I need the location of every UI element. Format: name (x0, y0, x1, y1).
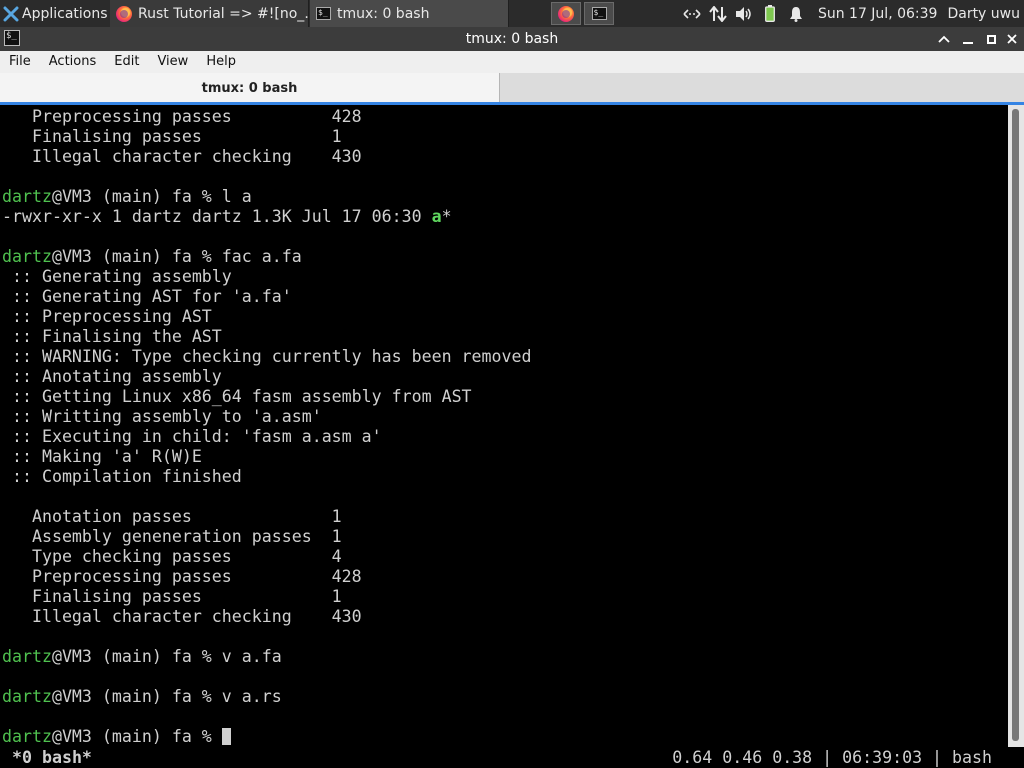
maximize-icon (986, 34, 996, 44)
command-text: v a.fa (221, 647, 282, 666)
launcher-firefox[interactable] (551, 2, 581, 25)
output-line: Preprocessing passes 428 (2, 567, 362, 586)
terminal-icon: $_ (591, 7, 607, 20)
output-line: :: WARNING: Type checking currently has … (2, 347, 532, 366)
shade-button[interactable] (934, 29, 954, 49)
applications-label: Applications (22, 5, 108, 22)
prompt-host-path: @VM3 (main) fa % (51, 687, 222, 706)
prompt-host-path: @VM3 (main) fa % (51, 187, 222, 206)
taskbar-item-firefox[interactable]: Rust Tutorial => #![no_… (110, 0, 309, 27)
prompt-line: dartz@VM3 (main) fa % v a.rs (2, 687, 282, 707)
output-line: :: Preprocessing AST (2, 307, 212, 326)
output-line: Illegal character checking 430 (2, 607, 362, 626)
menu-actions[interactable]: Actions (40, 51, 106, 73)
text-cursor[interactable] (221, 728, 231, 745)
transfer-arrows-icon[interactable] (708, 0, 728, 27)
prompt-user: dartz (2, 187, 52, 206)
firefox-icon (558, 5, 574, 22)
command-text: v a.rs (221, 687, 282, 706)
command-text: l a (221, 187, 252, 206)
close-button[interactable] (1002, 29, 1022, 49)
tab-bar: tmux: 0 bash (0, 73, 1024, 104)
tab-label: tmux: 0 bash (201, 81, 298, 96)
executable-marker: * (441, 207, 452, 226)
output-line: Finalising passes 1 (2, 127, 342, 146)
panel-clock[interactable]: Sun 17 Jul, 06:39 (818, 6, 938, 22)
tmux-window-list: *0 bash* (12, 748, 92, 767)
tmux-status-bar: *0 bash* 0.64 0.46 0.38 | 06:39:03 | bas… (0, 747, 1024, 768)
prompt-line: dartz@VM3 (main) fa % fac a.fa (2, 247, 302, 267)
window-titlebar[interactable]: $_ tmux: 0 bash (0, 27, 1024, 51)
taskbar-item-terminal[interactable]: $_ tmux: 0 bash (310, 0, 509, 27)
tmux-status-right: 0.64 0.46 0.38 | 06:39:03 | bash (672, 748, 992, 767)
output-line: Illegal character checking 430 (2, 147, 362, 166)
output-line: Preprocessing passes 428 (2, 107, 362, 126)
output-line: :: Making 'a' R(W)E (2, 447, 202, 466)
terminal-icon: $_ (316, 7, 331, 20)
output-line: :: Anotating assembly (2, 367, 222, 386)
tab-tmux-bash[interactable]: tmux: 0 bash (0, 73, 500, 104)
launcher-terminal[interactable]: $_ (584, 2, 614, 25)
menu-view[interactable]: View (148, 51, 197, 73)
file-metadata: -rwxr-xr-x 1 dartz dartz 1.3K Jul 17 06:… (2, 207, 432, 226)
output-line: Anotation passes 1 (2, 507, 342, 526)
menu-edit[interactable]: Edit (105, 51, 148, 73)
prompt-user: dartz (2, 727, 52, 746)
output-line: :: Generating AST for 'a.fa' (2, 287, 292, 306)
window-title: tmux: 0 bash (465, 31, 559, 47)
menu-file[interactable]: File (0, 51, 40, 73)
taskbar-item-label: Rust Tutorial => #![no_… (138, 5, 309, 22)
prompt-host-path: @VM3 (main) fa % (51, 247, 222, 266)
command-text: fac a.fa (221, 247, 302, 266)
chevron-up-icon (938, 35, 950, 43)
maximize-button[interactable] (981, 29, 1001, 49)
output-line: :: Getting Linux x86_64 fasm assembly fr… (2, 387, 472, 406)
notification-bell-icon[interactable] (786, 0, 806, 27)
output-line: :: Executing in child: 'fasm a.asm a' (2, 427, 382, 446)
menubar: File Actions Edit View Help (0, 51, 1024, 73)
user-name[interactable]: Darty uwu (947, 6, 1020, 22)
terminal-output[interactable]: Preprocessing passes 428 Finalising pass… (0, 105, 1008, 747)
prompt-line: dartz@VM3 (main) fa % v a.fa (2, 647, 282, 667)
volume-icon[interactable] (734, 0, 754, 27)
minimize-icon (963, 42, 973, 44)
prompt-line: dartz@VM3 (main) fa % l a (2, 187, 252, 207)
scrollbar-thumb[interactable] (1012, 109, 1019, 741)
prompt-line: dartz@VM3 (main) fa % (2, 727, 231, 747)
prompt-host-path: @VM3 (main) fa % (51, 647, 222, 666)
ls-output-line: -rwxr-xr-x 1 dartz dartz 1.3K Jul 17 06:… (2, 207, 452, 227)
xfce-logo-icon (3, 6, 19, 21)
terminal-scrollbar[interactable] (1008, 105, 1024, 747)
output-line: :: Generating assembly (2, 267, 232, 286)
firefox-icon (116, 5, 132, 22)
taskbar-item-label: tmux: 0 bash (337, 5, 430, 22)
close-icon (1007, 34, 1017, 44)
output-line: :: Finalising the AST (2, 327, 222, 346)
prompt-user: dartz (2, 247, 52, 266)
output-line: Finalising passes 1 (2, 587, 342, 606)
menu-help[interactable]: Help (197, 51, 245, 73)
top-panel: Applications ☰ Rust Tutorial => #![no_… … (0, 0, 1024, 27)
network-icon[interactable] (682, 0, 702, 27)
executable-file-name: a (431, 207, 442, 226)
output-line: Assembly geneneration passes 1 (2, 527, 342, 546)
applications-menu[interactable]: Applications ☰ (0, 0, 108, 27)
prompt-user: dartz (2, 687, 52, 706)
battery-icon[interactable] (760, 0, 780, 27)
minimize-button[interactable] (958, 29, 978, 49)
prompt-user: dartz (2, 647, 52, 666)
output-line: :: Writting assembly to 'a.asm' (2, 407, 322, 426)
output-line: Type checking passes 4 (2, 547, 342, 566)
system-tray: Sun 17 Jul, 06:39 Darty uwu (682, 0, 1024, 27)
output-line: :: Compilation finished (2, 467, 242, 486)
prompt-host-path: @VM3 (main) fa % (51, 727, 222, 746)
